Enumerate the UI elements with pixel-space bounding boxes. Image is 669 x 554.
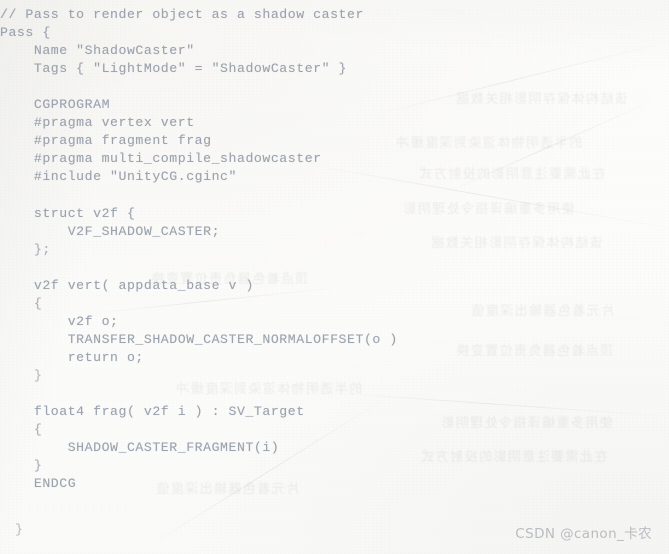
code-line: #include "UnityCG.cginc" bbox=[0, 169, 237, 185]
code-line: SHADOW_CASTER_FRAGMENT(i) bbox=[0, 440, 280, 456]
code-line: Tags { "LightMode" = "ShadowCaster" } bbox=[0, 61, 348, 77]
code-line: } bbox=[0, 367, 43, 383]
code-line: CGPROGRAM bbox=[0, 97, 111, 113]
code-line: float4 frag( v2f i ) : SV_Target bbox=[0, 404, 305, 420]
closing-brace: } bbox=[15, 522, 24, 537]
code-line: V2F_SHADOW_CASTER; bbox=[0, 223, 221, 239]
code-line: TRANSFER_SHADOW_CASTER_NORMALOFFSET(o ) bbox=[0, 331, 398, 347]
scanned-page: 的半透明物体渲染到深度缓冲 在此需要注意阴影的投射方式 使用多重编译指令处理阴影… bbox=[0, 0, 669, 554]
code-line: { bbox=[0, 295, 43, 311]
code-line: v2f o; bbox=[0, 313, 119, 329]
code-line: Pass { bbox=[0, 25, 51, 41]
code-line: #pragma fragment frag bbox=[0, 133, 212, 149]
code-listing: // Pass to render object as a shadow cas… bbox=[0, 0, 669, 493]
code-line: { bbox=[0, 422, 43, 438]
code-line: struct v2f { bbox=[0, 205, 136, 221]
code-line: #pragma multi_compile_shadowcaster bbox=[0, 151, 322, 167]
code-line: ENDCG bbox=[0, 476, 77, 492]
code-line: }; bbox=[0, 241, 51, 257]
code-line: // Pass to render object as a shadow cas… bbox=[0, 7, 364, 22]
code-line: return o; bbox=[0, 349, 144, 365]
code-line: v2f vert( appdata_base v ) bbox=[0, 277, 254, 293]
code-line: Name "ShadowCaster" bbox=[0, 43, 195, 59]
code-line: #pragma vertex vert bbox=[0, 115, 195, 131]
code-line: } bbox=[0, 458, 43, 474]
csdn-watermark: CSDN @canon_卡农 bbox=[515, 526, 652, 542]
